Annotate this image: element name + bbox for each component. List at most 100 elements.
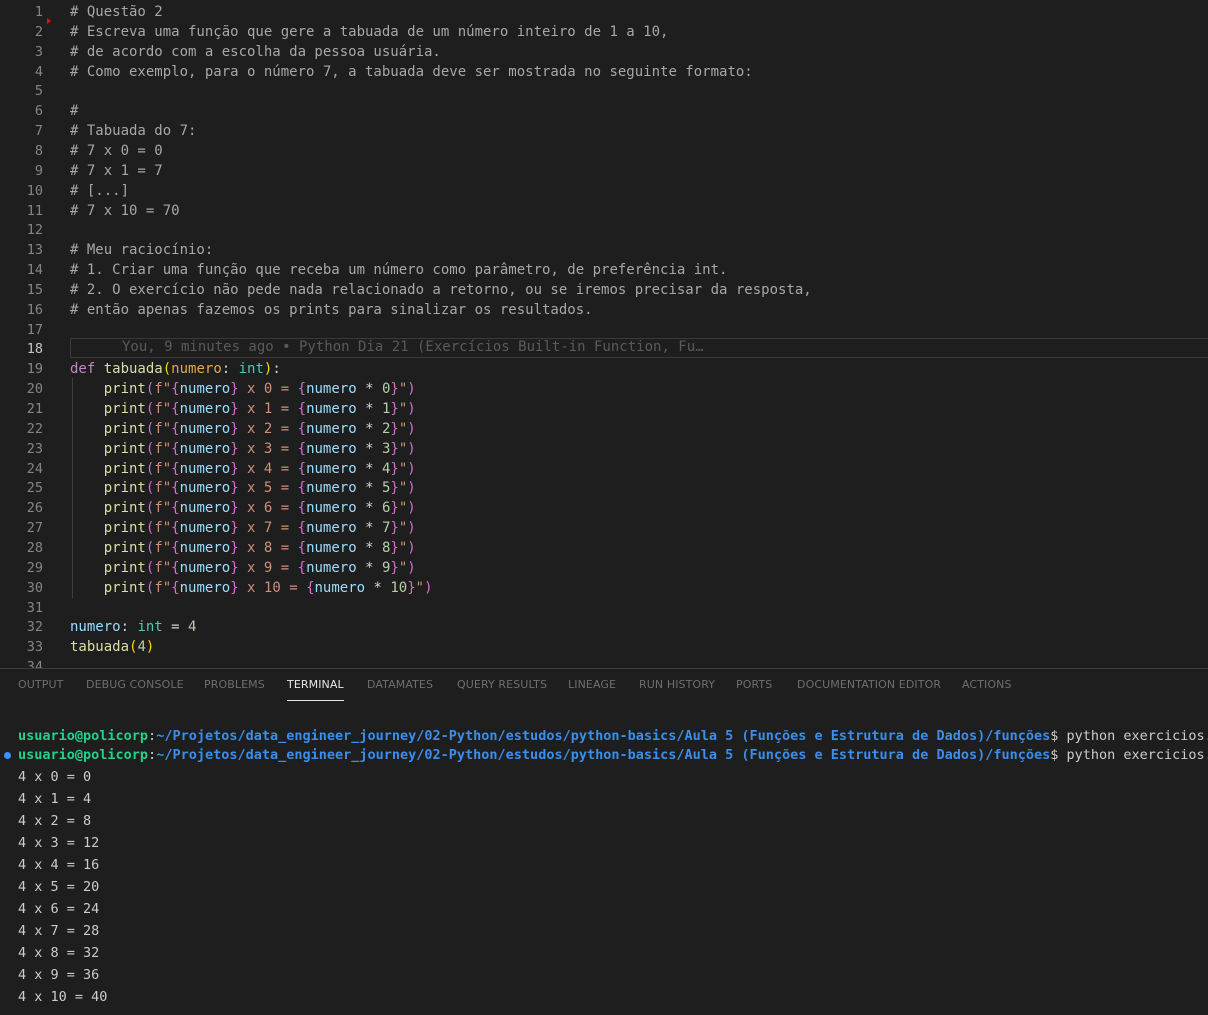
line-number: 18 [26,341,43,358]
code-text: # [70,103,79,120]
code-line[interactable]: 5 [0,81,1208,101]
code-line[interactable]: 6 # [0,101,1208,121]
code-editor[interactable]: You, 9 minutes ago • Python Dia 21 (Exer… [0,0,1208,668]
code-line[interactable]: 10 # [...] [0,181,1208,201]
panel-tabs: OUTPUT DEBUG CONSOLE PROBLEMS TERMINAL DATAM… [0,669,1208,703]
command-status-dot-icon[interactable] [4,752,11,759]
line-number: 1 [34,4,43,20]
code-text: print(f"{numero} x 8 = {numero * 8}") [103,539,416,556]
code-text: print(f"{numero} x 0 = {numero * 0}") [103,381,416,398]
code-line[interactable]: 26 print(f"{numero} x 6 = {numero * 6}") [0,498,1208,518]
line-number: 25 [26,480,43,497]
code-line[interactable]: 25 print(f"{numero} x 5 = {numero * 5}") [0,478,1208,498]
tab-query-results[interactable]: QUERY RESULTS [457,678,547,691]
code-line[interactable]: 27 print(f"{numero} x 7 = {numero * 7}") [0,518,1208,538]
code-text: print(f"{numero} x 3 = {numero * 3}") [103,440,416,457]
code-text: # Escreva uma função que gere a tabuada … [70,23,669,40]
code-text: # [...] [70,182,130,199]
terminal-output-line: 4 x 10 = 40 [18,989,108,1005]
line-number: 14 [26,262,43,279]
line-number: 4 [34,63,43,80]
code-text: # 7 x 0 = 0 [70,142,163,159]
terminal-output-line: 4 x 9 = 36 [18,967,100,983]
line-number: 20 [26,381,43,398]
tab-ports[interactable]: PORTS [736,678,772,691]
code-line[interactable]: 30 print(f"{numero} x 10 = {numero * 10}… [0,578,1208,598]
tab-output[interactable]: OUTPUT [18,678,63,691]
terminal-output-line: 4 x 1 = 4 [18,791,92,807]
code-line[interactable]: 12 [0,220,1208,240]
code-line[interactable]: 13 # Meu raciocínio: [0,240,1208,260]
code-text: # Questão 2 [70,4,163,20]
line-number: 29 [26,559,43,576]
line-number: 3 [34,43,43,60]
code-text: def tabuada(numero: int): [70,361,281,378]
code-line[interactable]: 14 # 1. Criar uma função que receba um nú… [0,260,1208,280]
tab-lineage[interactable]: LINEAGE [568,678,616,691]
tab-debug-console[interactable]: DEBUG CONSOLE [86,678,184,691]
terminal-output-line: 4 x 4 = 16 [18,857,100,873]
code-line[interactable]: 4 # Como exemplo, para o número 7, a tabu… [0,62,1208,82]
code-text: print(f"{numero} x 5 = {numero * 5}") [103,480,416,497]
tab-actions[interactable]: ACTIONS [962,678,1012,691]
code-line[interactable]: 1 # Questão 2 [0,2,1208,22]
line-number: 16 [26,301,43,318]
code-line[interactable]: 8 # 7 x 0 = 0 [0,141,1208,161]
line-number: 9 [34,162,43,179]
tab-documentation-editor[interactable]: DOCUMENTATION EDITOR [797,678,941,691]
code-line[interactable]: 29 print(f"{numero} x 9 = {numero * 9}") [0,558,1208,578]
terminal-output-line: 4 x 6 = 24 [18,901,100,917]
line-number: 22 [26,420,43,437]
code-line[interactable]: 23 print(f"{numero} x 3 = {numero * 3}") [0,439,1208,459]
code-line[interactable]: 7 # Tabuada do 7: [0,121,1208,141]
line-number: 13 [26,242,43,259]
code-text: # 1. Criar uma função que receba um núme… [70,262,728,279]
code-text: # 7 x 1 = 7 [70,162,163,179]
code-line[interactable]: 21 print(f"{numero} x 1 = {numero * 1}") [0,399,1208,419]
line-number: 30 [26,579,43,596]
code-line[interactable]: 17 [0,320,1208,340]
code-line[interactable]: 19 def tabuada(numero: int): [0,359,1208,379]
terminal-output-line: 4 x 5 = 20 [18,879,100,895]
tab-problems[interactable]: PROBLEMS [204,678,265,691]
line-number: 5 [34,83,43,100]
line-number: 15 [26,281,43,298]
code-line[interactable]: 22 print(f"{numero} x 2 = {numero * 2}") [0,419,1208,439]
terminal-prompt-line: usuario@policorp:~/Projetos/data_enginee… [18,747,1208,763]
code-line[interactable]: 28 print(f"{numero} x 8 = {numero * 8}") [0,538,1208,558]
tab-run-history[interactable]: RUN HISTORY [639,678,715,691]
code-line[interactable]: 24 print(f"{numero} x 4 = {numero * 4}") [0,459,1208,479]
tab-datamates[interactable]: DATAMATES [367,678,433,691]
code-text: print(f"{numero} x 1 = {numero * 1}") [103,401,416,417]
terminal-output-line: 4 x 3 = 12 [18,835,100,851]
code-text: print(f"{numero} x 7 = {numero * 7}") [103,520,416,537]
line-number: 32 [26,619,43,636]
line-number: 10 [26,182,43,199]
code-line[interactable]: 11 # 7 x 10 = 70 [0,201,1208,221]
code-line[interactable]: 31 [0,598,1208,618]
code-line[interactable]: 3 # de acordo com a escolha da pessoa usu… [0,42,1208,62]
code-line[interactable]: 18 [0,339,1208,359]
code-line[interactable]: 16 # então apenas fazemos os prints para … [0,300,1208,320]
line-number: 23 [26,440,43,457]
line-number: 33 [26,639,43,656]
line-number: 6 [34,103,43,120]
line-number: 26 [26,500,43,517]
code-text: print(f"{numero} x 9 = {numero * 9}") [103,559,416,576]
code-line[interactable]: 15 # 2. O exercício não pede nada relacio… [0,280,1208,300]
terminal-output-line: 4 x 0 = 0 [18,769,92,785]
code-line[interactable]: 34 [0,657,1208,668]
terminal-output-line: 4 x 8 = 32 [18,945,100,961]
bottom-panel: OUTPUT DEBUG CONSOLE PROBLEMS TERMINAL DATAM… [0,668,1208,1015]
code-text: # 2. O exercício não pede nada relaciona… [70,281,812,298]
code-line[interactable]: 33 tabuada(4) [0,637,1208,657]
code-line[interactable]: 9 # 7 x 1 = 7 [0,161,1208,181]
code-line[interactable]: 2 # Escreva uma função que gere a tabuada… [0,22,1208,42]
tab-terminal[interactable]: TERMINAL [287,678,344,701]
line-number: 7 [34,123,43,140]
code-text: # 7 x 10 = 70 [70,202,180,219]
code-line[interactable]: 32 numero: int = 4 [0,617,1208,637]
code-text: print(f"{numero} x 4 = {numero * 4}") [103,460,416,477]
code-text: print(f"{numero} x 2 = {numero * 2}") [103,420,416,437]
code-line[interactable]: 20 print(f"{numero} x 0 = {numero * 0}") [0,379,1208,399]
